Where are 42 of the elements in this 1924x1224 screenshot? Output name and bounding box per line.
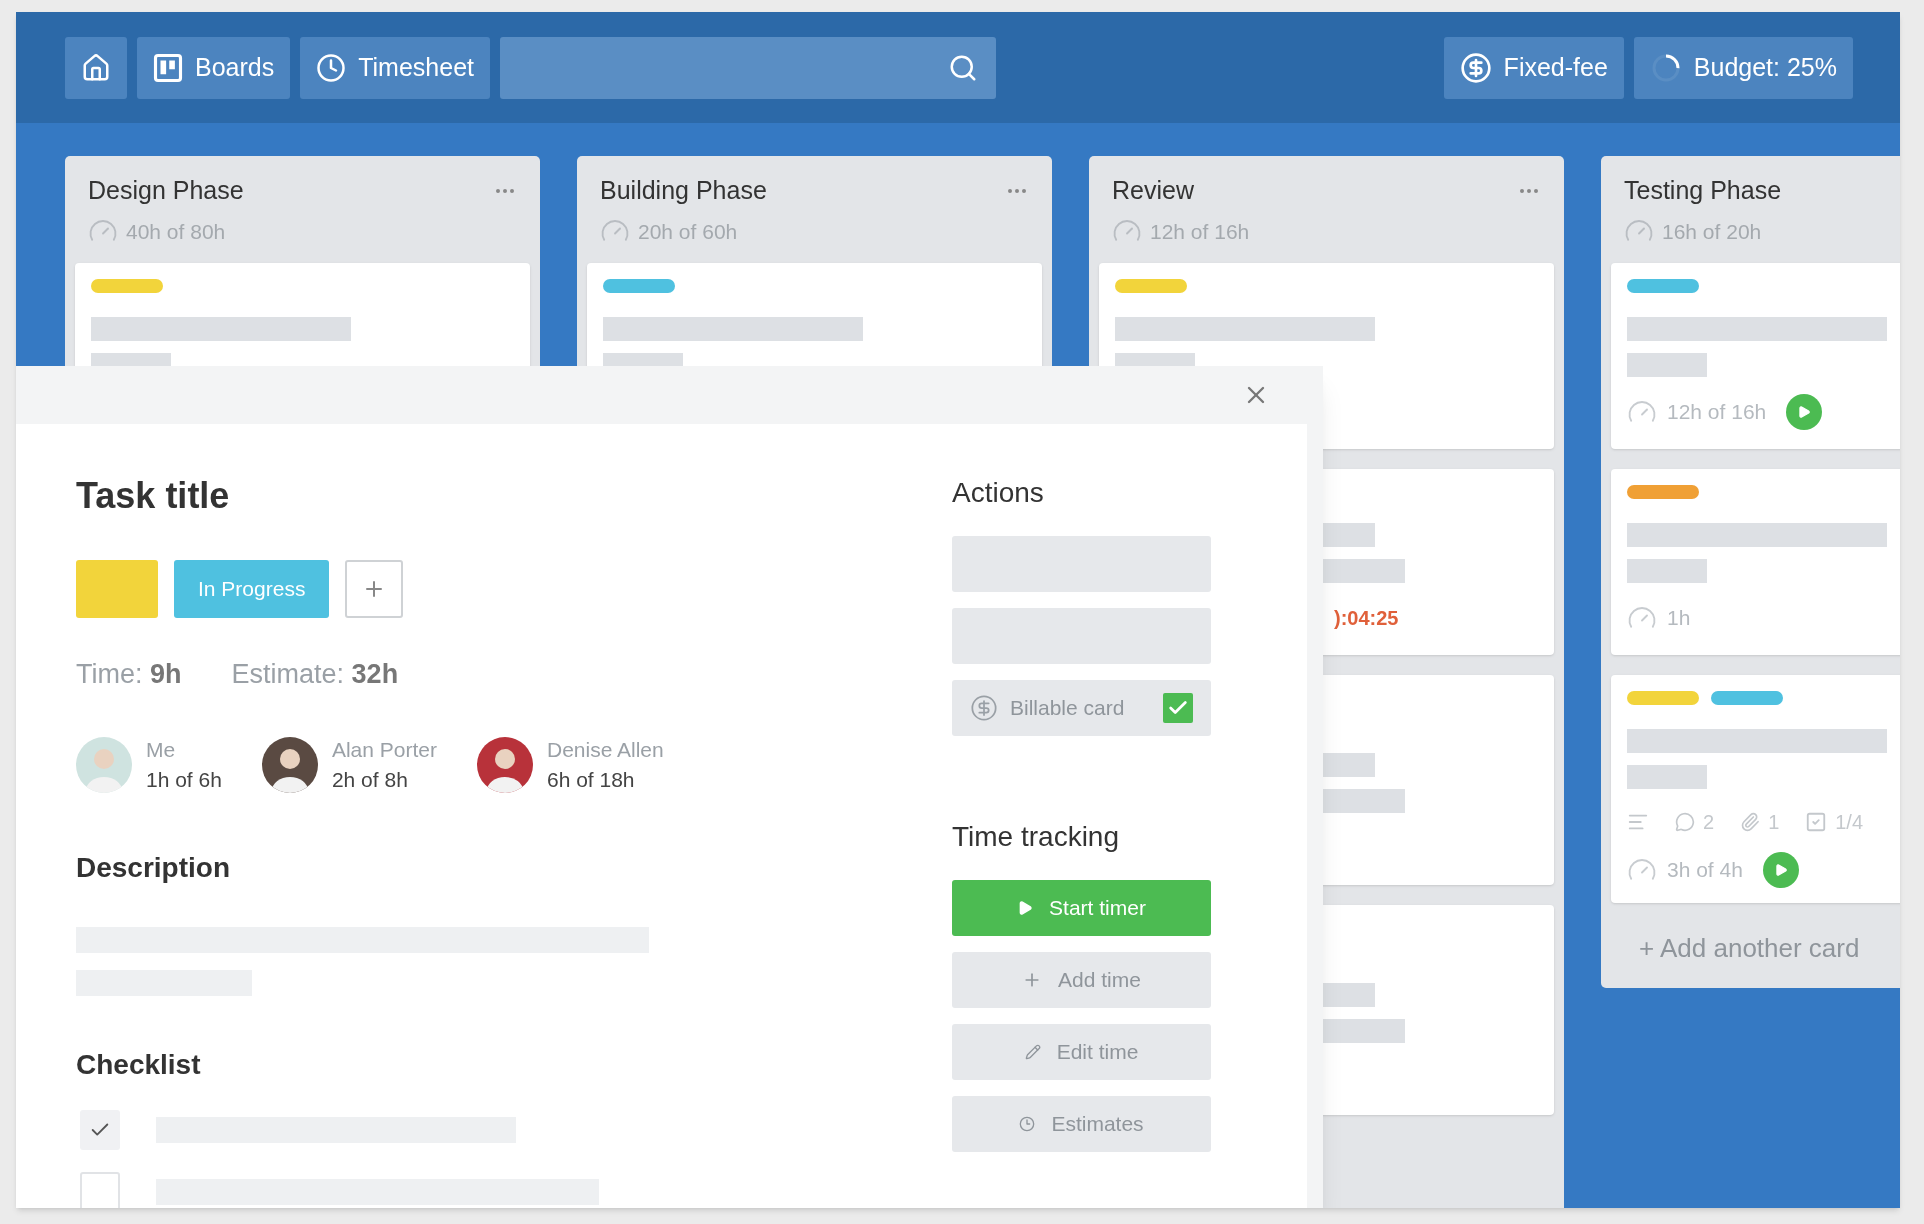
start-timer-button[interactable]: Start timer xyxy=(952,880,1211,936)
section-heading: Actions xyxy=(952,477,1045,509)
add-card-button[interactable]: + Add another card xyxy=(1601,929,1900,968)
tracking-button[interactable]: Edit time xyxy=(952,1024,1211,1080)
status-label[interactable]: In Progress xyxy=(174,560,330,618)
billing-button[interactable]: Fixed-fee xyxy=(1443,36,1624,99)
tracking-button[interactable]: Add time xyxy=(952,952,1211,1008)
nav-button[interactable]: Boards xyxy=(137,36,291,99)
tracking-button[interactable]: Estimates xyxy=(952,1096,1211,1152)
person-name: Me xyxy=(146,737,177,763)
column-hours: 12h of 16h xyxy=(1150,218,1250,245)
task-card[interactable]: 2 1 1/4 3h of 4h xyxy=(1611,675,1900,903)
column-title: Building Phase xyxy=(600,175,767,206)
time-total: Time: 9h xyxy=(76,657,182,691)
column-title: Review xyxy=(1112,175,1194,206)
person-name: Denise Allen xyxy=(546,737,664,763)
task-card[interactable]: 12h of 16h xyxy=(1611,263,1900,449)
section-heading: Checklist xyxy=(76,1048,202,1082)
budget-button[interactable]: Budget: 25% xyxy=(1633,36,1853,99)
nav-button[interactable]: Timesheet xyxy=(300,36,490,99)
person-hours: 2h of 8h xyxy=(331,767,409,793)
column-title: Design Phase xyxy=(88,175,244,206)
card-hours: 12h of 16h xyxy=(1667,399,1767,426)
person-hours: 1h of 6h xyxy=(146,767,222,793)
column-hours: 40h of 80h xyxy=(126,218,226,245)
person-hours: 6h of 18h xyxy=(546,767,636,793)
section-heading: Description xyxy=(76,851,232,885)
column-hours: 20h of 60h xyxy=(638,218,738,245)
stat-count: 1/4 xyxy=(1835,810,1864,835)
section-heading: Time tracking xyxy=(952,820,1120,854)
billable-toggle[interactable]: Billable card xyxy=(952,680,1211,736)
person-name: Alan Porter xyxy=(331,737,437,763)
column-title: Testing Phase xyxy=(1624,175,1782,206)
time-estimate: Estimate: 32h xyxy=(231,657,399,691)
task-title: Task title xyxy=(76,476,231,516)
column-hours: 16h of 20h xyxy=(1662,218,1762,245)
stat-count: 1 xyxy=(1768,810,1780,835)
card-hours: 1h xyxy=(1667,605,1691,632)
task-card[interactable]: 1h xyxy=(1611,469,1900,655)
card-hours: 3h of 4h xyxy=(1667,857,1743,884)
timer-text: ):04:25 xyxy=(1334,606,1399,631)
stat-count: 2 xyxy=(1703,810,1715,835)
